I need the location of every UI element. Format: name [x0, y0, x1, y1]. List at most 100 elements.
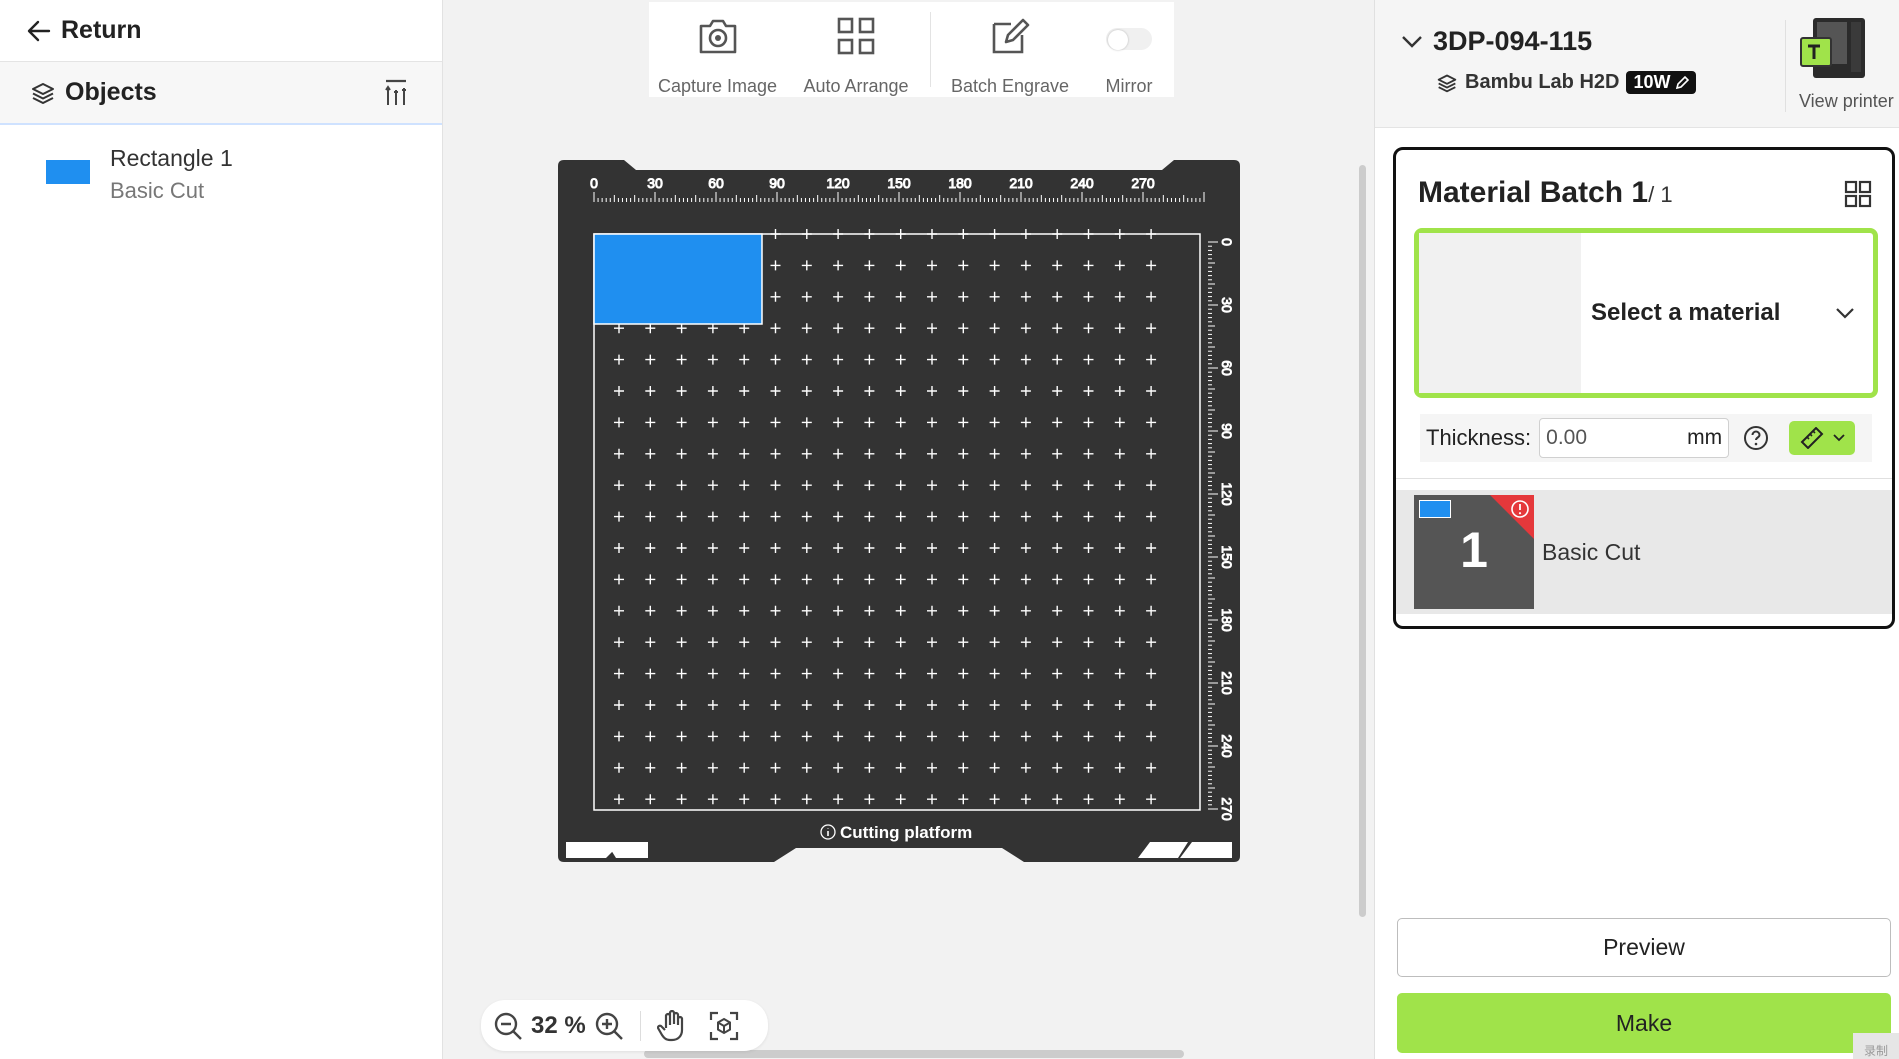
laser-power-badge[interactable]: 10W — [1626, 71, 1697, 94]
view-printer-button[interactable]: View printer — [1799, 16, 1899, 112]
laser-power-value: 10W — [1633, 72, 1671, 92]
sort-layers-button[interactable] — [384, 79, 408, 114]
zoom-out-button[interactable] — [493, 1011, 523, 1041]
layers-icon — [1437, 73, 1457, 93]
vertical-scrollbar[interactable] — [1359, 165, 1366, 917]
cutting-platform[interactable]: 0 30 60 90 120 150 180 210 240 270 0 30 60 90 120 150 1… — [558, 158, 1240, 864]
ruler-tick-label: 0 — [1219, 238, 1235, 246]
platform-clip-left — [566, 842, 648, 858]
camera-icon — [697, 14, 739, 58]
printer-model-label: Bambu Lab H2D — [1465, 71, 1620, 93]
mirror-switch[interactable] — [1106, 28, 1152, 50]
grid-icon — [837, 14, 875, 58]
plate-object-preview — [1419, 500, 1451, 518]
ruler-tick-label: 30 — [1219, 297, 1235, 313]
ruler-tick-label: 270 — [1131, 175, 1155, 191]
ruler-tick-label: 210 — [1009, 175, 1033, 191]
fit-view-icon — [709, 1011, 738, 1040]
thickness-value: 0.00 — [1546, 426, 1588, 449]
ruler-tick-label: 60 — [1219, 360, 1235, 376]
chevron-down-icon — [1402, 35, 1422, 48]
ruler-tick-label: 120 — [826, 175, 850, 191]
printer-model: Bambu Lab H2D 10W — [1437, 71, 1697, 94]
ruler-tick-label: 120 — [1219, 482, 1235, 506]
layers-icon — [31, 81, 55, 105]
ruler-tick-label: 60 — [708, 175, 724, 191]
help-icon[interactable] — [1743, 425, 1769, 451]
toolbar-divider — [930, 12, 931, 87]
preview-button[interactable]: Preview — [1397, 918, 1891, 977]
make-button[interactable]: Make — [1397, 993, 1891, 1053]
hand-icon — [656, 1009, 683, 1041]
material-select[interactable]: Select a material — [1414, 228, 1878, 398]
capture-image-button[interactable]: Capture Image — [649, 2, 786, 97]
mirror-toggle[interactable]: Mirror — [1085, 2, 1173, 97]
ruler-icon — [1800, 427, 1824, 449]
auto-arrange-button[interactable]: Auto Arrange — [786, 2, 926, 97]
ruler-tick-label: 180 — [1219, 608, 1235, 632]
ruler-tick-label: 90 — [769, 175, 785, 191]
horizontal-scrollbar[interactable] — [644, 1050, 1184, 1058]
batch-grid-button[interactable] — [1844, 180, 1872, 213]
object-process: Basic Cut — [110, 178, 205, 203]
recording-watermark: 录制 — [1853, 1033, 1899, 1059]
card-divider — [1396, 478, 1892, 479]
zoom-controls: 32 % — [481, 1000, 768, 1051]
top-toolbar: Capture Image Auto Arrange Batch Engrave… — [649, 2, 1174, 97]
sort-icon — [385, 79, 406, 105]
warning-icon — [1511, 500, 1529, 518]
object-color-swatch — [46, 160, 90, 184]
zoom-out-icon — [494, 1012, 522, 1040]
auto-measure-button[interactable] — [1789, 421, 1856, 455]
view-printer-label: View printer — [1799, 91, 1894, 111]
material-placeholder: Select a material — [1591, 299, 1781, 326]
ruler-tick-label: 210 — [1219, 671, 1235, 695]
arrow-left-icon — [27, 20, 51, 41]
capture-image-label: Capture Image — [657, 76, 778, 96]
material-select-text: Select a material — [1581, 233, 1873, 393]
plate-item[interactable]: 1 Basic Cut — [1396, 490, 1892, 614]
grid-icon — [1844, 180, 1872, 208]
objects-header: Objects — [0, 62, 442, 125]
chevron-down-icon — [1836, 308, 1854, 319]
pencil-icon — [1676, 75, 1690, 89]
auto-arrange-label: Auto Arrange — [803, 76, 909, 96]
ruler-tick-label: 90 — [1219, 423, 1235, 439]
material-batch-card: Material Batch 1/ 1 Select a material Th… — [1393, 147, 1895, 629]
canvas-object-rectangle-1 — [593, 233, 763, 325]
plate-process-label: Basic Cut — [1542, 538, 1641, 565]
zoom-divider — [639, 1010, 641, 1041]
return-label: Return — [61, 16, 142, 44]
thickness-label: Thickness: — [1426, 425, 1532, 450]
mirror-label: Mirror — [1105, 76, 1153, 96]
plate-thumbnail: 1 — [1414, 495, 1534, 609]
printer-icon — [1800, 18, 1865, 78]
zoom-in-icon — [595, 1012, 623, 1040]
batch-engrave-label: Batch Engrave — [950, 76, 1070, 96]
thickness-input[interactable]: 0.00 mm — [1539, 418, 1730, 458]
return-button[interactable]: Return — [0, 0, 442, 62]
object-name: Rectangle 1 — [110, 145, 233, 171]
ruler-tick-label: 270 — [1219, 797, 1235, 821]
canvas-area: Capture Image Auto Arrange Batch Engrave… — [444, 0, 1374, 1059]
objects-title: Objects — [65, 78, 157, 106]
thickness-unit: mm — [1687, 426, 1723, 449]
ruler-tick-label: 30 — [647, 175, 663, 191]
objects-sidebar: Return Objects Rectangle 1 Basic Cut — [0, 0, 443, 1059]
zoom-in-button[interactable] — [594, 1011, 624, 1041]
thickness-row: Thickness: 0.00 mm — [1420, 414, 1872, 462]
header-divider — [1785, 20, 1786, 112]
ruler-tick-label: 180 — [948, 175, 972, 191]
ruler-tick-label: 150 — [887, 175, 911, 191]
printer-selector[interactable]: 3DP-094-115 — [1401, 26, 1592, 57]
batch-engrave-button[interactable]: Batch Engrave — [935, 2, 1085, 97]
settings-panel: 3DP-094-115 Bambu Lab H2D 10W View print… — [1374, 0, 1899, 1059]
edit-square-icon — [990, 14, 1030, 58]
fit-view-button[interactable] — [709, 1011, 739, 1041]
batch-title-text: Material Batch 1 — [1418, 176, 1649, 209]
object-item-rectangle-1[interactable]: Rectangle 1 Basic Cut — [0, 125, 442, 209]
chevron-down-icon — [1833, 434, 1845, 442]
ruler-tick-label: 150 — [1219, 545, 1235, 569]
batch-title: Material Batch 1/ 1 — [1418, 176, 1673, 210]
pan-tool-button[interactable] — [656, 1009, 687, 1042]
